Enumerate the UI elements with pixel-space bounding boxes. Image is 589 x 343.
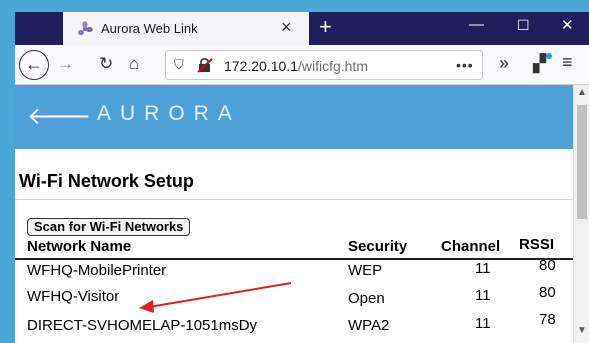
reload-icon[interactable]: ↻ bbox=[99, 54, 113, 74]
overflow-icon[interactable]: » bbox=[499, 53, 509, 74]
url-bar[interactable]: ⛉ 172.20.10.1/wificfg.htm ••• bbox=[165, 50, 483, 80]
scroll-up-icon[interactable]: ▲ bbox=[577, 87, 587, 98]
extensions-icon[interactable]: ▞ bbox=[533, 54, 546, 74]
tab-bar: Aurora Web Link × + — ☐ ✕ bbox=[15, 12, 589, 45]
scroll-thumb[interactable] bbox=[577, 105, 587, 219]
nav-bar: ← → ↻ ⌂ ⛉ 172.20.10.1/wificfg.htm ••• » … bbox=[15, 45, 589, 85]
vertical-scrollbar[interactable]: ▲ ▼ bbox=[573, 85, 589, 343]
insecure-lock-icon[interactable] bbox=[196, 56, 214, 74]
back-icon[interactable]: ← bbox=[19, 50, 49, 80]
extension-badge bbox=[546, 53, 552, 59]
minimize-button[interactable]: — bbox=[469, 16, 484, 33]
scroll-down-icon[interactable]: ▼ bbox=[577, 325, 587, 336]
new-tab-button[interactable]: + bbox=[319, 14, 332, 40]
close-tab-icon[interactable]: × bbox=[281, 17, 292, 38]
home-icon[interactable]: ⌂ bbox=[129, 54, 139, 74]
tab-title: Aurora Web Link bbox=[101, 21, 198, 36]
forward-icon[interactable]: → bbox=[57, 54, 74, 74]
shield-icon[interactable]: ⛉ bbox=[174, 57, 184, 73]
annotation-arrow bbox=[139, 282, 292, 313]
close-window-button[interactable]: ✕ bbox=[561, 16, 574, 34]
page-actions-icon[interactable]: ••• bbox=[456, 57, 474, 73]
url-text: 172.20.10.1/wificfg.htm bbox=[224, 58, 368, 74]
page-content: 🡐 AURORA Wi-Fi Network Setup Scan for Wi… bbox=[15, 85, 573, 343]
fan-icon bbox=[78, 21, 93, 36]
maximize-button[interactable]: ☐ bbox=[517, 17, 530, 34]
menu-icon[interactable]: ≡ bbox=[562, 52, 573, 73]
tab-aurora-web-link[interactable]: Aurora Web Link × bbox=[63, 12, 309, 45]
browser-window: Aurora Web Link × + — ☐ ✕ ← → ↻ ⌂ ⛉ 172.… bbox=[15, 12, 589, 343]
